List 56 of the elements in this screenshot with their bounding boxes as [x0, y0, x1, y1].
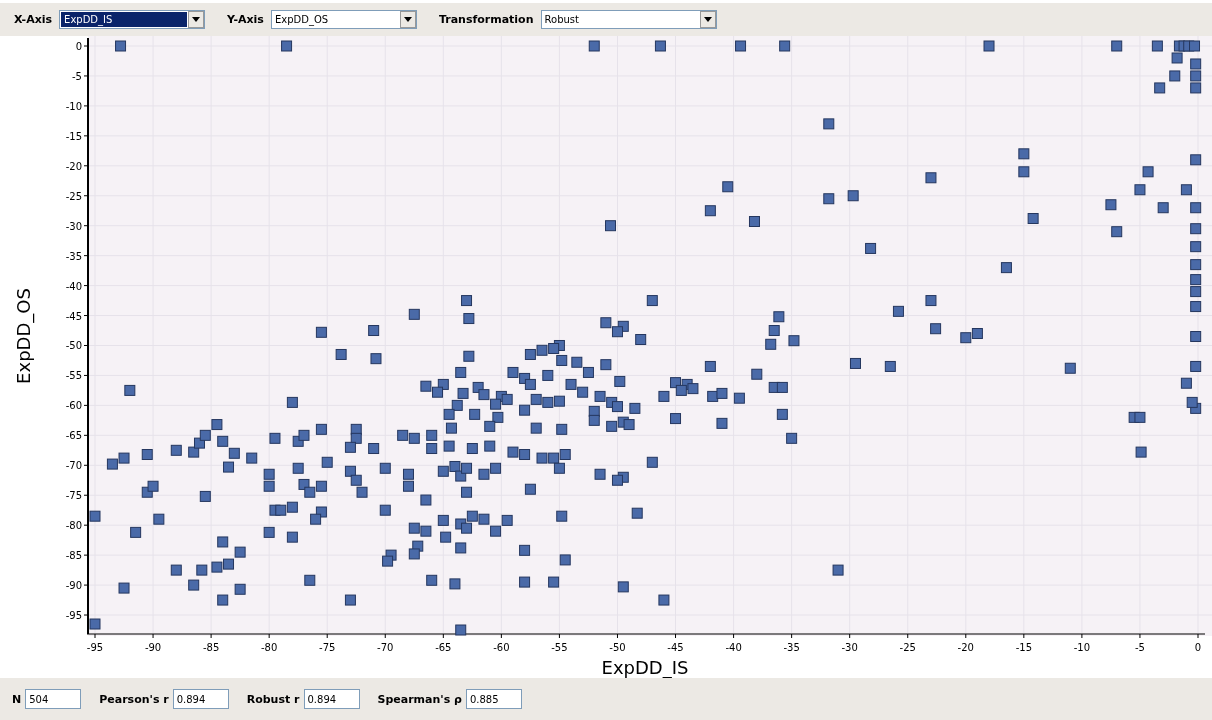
x-tick-label: -20	[957, 642, 974, 653]
selector-label: Y-Axis	[227, 13, 264, 26]
y-tick-label: -5	[72, 70, 82, 82]
stat-field[interactable]: 0.894	[303, 689, 360, 709]
x-axis-title: ExpDD_IS	[601, 657, 689, 678]
x-tick-label: -35	[783, 642, 800, 653]
y-tick-label: -95	[65, 610, 82, 622]
x-tick-label: -5	[1134, 642, 1145, 653]
x-tick-label: -30	[841, 642, 858, 653]
dropdown[interactable]: ExpDD_IS	[59, 10, 206, 29]
y-tick-label: -25	[65, 190, 82, 202]
x-tick-label: -55	[551, 642, 568, 653]
dropdown[interactable]: Robust	[540, 10, 717, 29]
x-tick-label: -95	[86, 642, 104, 653]
dropdown[interactable]: ExpDD_OS	[270, 10, 417, 29]
y-tick-label: -35	[65, 250, 82, 262]
x-tick-label: -75	[319, 642, 336, 653]
stat-label: Pearson's r	[99, 692, 169, 706]
selector-label: Transformation	[438, 13, 534, 26]
y-tick-label: -85	[65, 550, 82, 562]
x-tick-label: -40	[725, 642, 742, 653]
selector-label: X-Axis	[14, 13, 53, 26]
x-tick-label: -80	[261, 642, 278, 653]
stat-field[interactable]: 0.894	[172, 689, 229, 709]
x-tick-label: -25	[899, 642, 916, 653]
y-tick-label: -20	[65, 160, 82, 172]
x-tick-label: -10	[1073, 642, 1091, 653]
x-tick-label: -90	[144, 642, 162, 653]
x-tick-label: -45	[667, 642, 684, 653]
x-tick-label: 0	[1194, 642, 1202, 653]
y-axis-title: ExpDD_OS	[13, 288, 34, 384]
y-tick-label: -90	[65, 580, 82, 592]
x-tick-label: -70	[377, 642, 394, 653]
stat-field[interactable]: 0.885	[465, 689, 522, 709]
y-tick-label: -45	[65, 310, 82, 322]
y-tick-label: -65	[65, 430, 82, 442]
y-tick-label: -70	[65, 460, 82, 472]
stat-label: Robust r	[246, 692, 300, 706]
y-tick-label: -15	[65, 130, 82, 142]
y-tick-label: -60	[65, 400, 82, 412]
y-tick-label: -75	[65, 490, 82, 502]
y-tick-label: -50	[65, 340, 82, 352]
stat-label: Spearman's ρ	[377, 692, 462, 706]
y-tick-label: -40	[65, 280, 82, 292]
stat-field[interactable]: 504	[25, 689, 82, 709]
y-tick-label: -10	[65, 100, 82, 112]
x-tick-label: -65	[435, 642, 452, 653]
y-tick-label: -55	[65, 370, 82, 382]
x-tick-label: -15	[1015, 642, 1032, 653]
x-tick-label: -50	[609, 642, 626, 653]
y-tick-label: -30	[65, 220, 82, 232]
y-tick-label: 0	[75, 41, 82, 52]
stat-label: N	[12, 692, 22, 706]
y-tick-label: -80	[65, 520, 82, 532]
x-tick-label: -60	[493, 642, 510, 653]
x-tick-label: -85	[202, 642, 220, 653]
